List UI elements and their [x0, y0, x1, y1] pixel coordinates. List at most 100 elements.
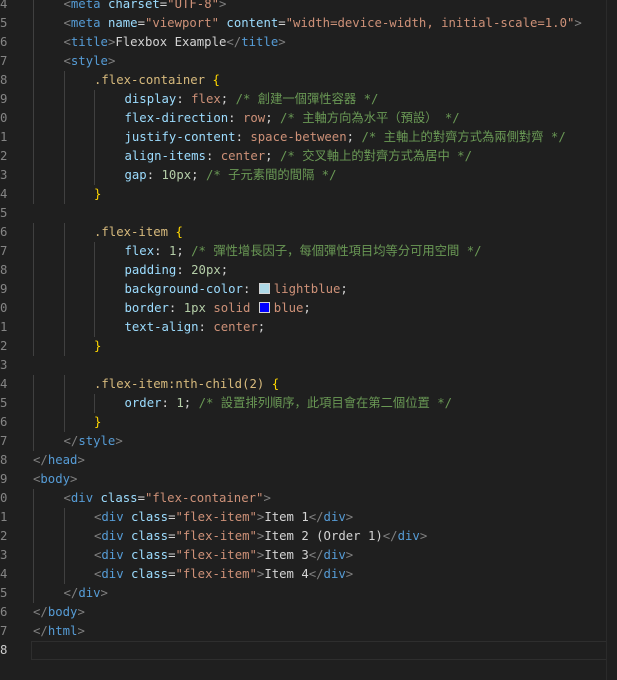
line-number: 8	[0, 263, 8, 277]
code-token: flex-direction	[124, 111, 229, 125]
code-token: background-color	[124, 282, 243, 296]
code-token: >	[263, 491, 271, 505]
code-token: display	[124, 92, 177, 106]
code-line[interactable]: 2 <div class="flex-item">Item 2 (Order 1)…	[0, 527, 617, 546]
code-line[interactable]: 2 align-items: center; /* 交叉軸上的對齊方式為居中 */	[0, 147, 617, 166]
code-token: div	[323, 548, 346, 562]
code-line[interactable]: 5 </div>	[0, 584, 617, 603]
code-text: gap: 10px; /* 子元素間的間隔 */	[125, 166, 337, 185]
code-token: charset	[107, 0, 160, 11]
line-number: 3	[0, 168, 8, 182]
code-token: "flex-item"	[175, 567, 257, 581]
code-token: Item 3	[264, 548, 309, 562]
code-line[interactable]: 7 flex: 1; /* 彈性增長因子，每個彈性項目均等分可用空間 */	[0, 242, 617, 261]
line-number: 4	[0, 377, 8, 391]
code-text: padding: 20px;	[125, 261, 229, 280]
code-line[interactable]: 1 <div class="flex-item">Item 1</div>	[0, 508, 617, 527]
code-token: </	[308, 567, 324, 581]
code-token: ;	[183, 396, 199, 410]
code-token: :	[146, 168, 162, 182]
code-token: "UTF-8"	[167, 0, 219, 11]
code-token: meta	[70, 0, 101, 11]
code-text: </div>	[64, 584, 108, 603]
code-token: ;	[265, 111, 280, 125]
code-token: 1px	[183, 301, 206, 315]
line-number: 1	[0, 510, 8, 524]
code-token: "flex-item"	[175, 529, 257, 543]
code-line[interactable]: 1 text-align: center;	[0, 318, 617, 337]
code-token: 1	[176, 396, 184, 410]
code-text: .flex-item {	[94, 223, 183, 242]
code-line[interactable]: 7 </style>	[0, 432, 617, 451]
code-line[interactable]: 4 <div class="flex-item">Item 4</div>	[0, 565, 617, 584]
code-line[interactable]: 5 order: 1; /* 設置排列順序，此項目會在第二個位置 */	[0, 394, 617, 413]
line-number: 8	[0, 73, 8, 87]
code-line[interactable]: 8 padding: 20px;	[0, 261, 617, 280]
code-token: :	[176, 92, 192, 106]
line-number: 9	[0, 92, 8, 106]
code-token: >	[345, 567, 354, 581]
code-token: div	[397, 529, 420, 543]
code-token: :	[205, 149, 221, 163]
code-line[interactable]: 3 gap: 10px; /* 子元素間的間隔 */	[0, 166, 617, 185]
code-line[interactable]: 0 flex-direction: row; /* 主軸方向為水平（預設） */	[0, 109, 617, 128]
code-line[interactable]: 6 <title>Flexbox Example</title>	[0, 33, 617, 52]
code-token: ;	[265, 149, 280, 163]
code-line[interactable]: 4 .flex-item:nth-child(2) {	[0, 375, 617, 394]
code-line[interactable]: 1 justify-content: space-between; /* 主軸上的…	[0, 128, 617, 147]
color-swatch-icon[interactable]	[258, 302, 270, 313]
code-token: ;	[220, 92, 236, 106]
code-line[interactable]: 9 background-color: lightblue;	[0, 280, 617, 299]
code-line[interactable]: 0 border: 1px solid blue;	[0, 299, 617, 318]
code-editor[interactable]: 4 <meta charset="UTF-8"> 5 <meta name="view…	[0, 0, 617, 680]
code-token: flex	[124, 244, 155, 258]
code-line[interactable]: 9 <body>	[0, 470, 617, 489]
code-line[interactable]: 2}	[0, 337, 617, 356]
code-token: /* 主軸方向為水平（預設） */	[280, 111, 460, 125]
code-text: <div class="flex-item">Item 2 (Order 1)<…	[94, 527, 427, 546]
line-number: 2	[0, 339, 8, 353]
code-line[interactable]: 8 .flex-container {	[0, 71, 617, 90]
code-text: .flex-container {	[94, 71, 220, 90]
code-token: /* 主軸上的對齊方式為兩側對齊 */	[361, 130, 566, 144]
code-line[interactable]: 4}	[0, 185, 617, 204]
code-line[interactable]: 8	[0, 641, 617, 660]
code-line[interactable]: 3	[0, 356, 617, 375]
code-token: "viewport"	[144, 16, 220, 30]
code-token: div	[323, 567, 346, 581]
color-swatch-icon[interactable]	[258, 283, 270, 294]
code-token: >	[419, 529, 428, 543]
code-line[interactable]: 7 <style>	[0, 52, 617, 71]
code-line[interactable]: 6 .flex-item {	[0, 223, 617, 242]
code-token: >	[70, 472, 78, 486]
code-line[interactable]: 4 <meta charset="UTF-8">	[0, 0, 617, 14]
code-token: Item 4	[264, 567, 309, 581]
code-text: <div class="flex-container">	[64, 489, 271, 508]
code-token: </	[308, 548, 324, 562]
code-token: >	[345, 510, 354, 524]
code-token: name	[107, 16, 138, 30]
code-line[interactable]: 3 <div class="flex-item">Item 3</div>	[0, 546, 617, 565]
code-line[interactable]: 6 </body>	[0, 603, 617, 622]
code-line[interactable]: 5 <meta name="viewport" content="width=de…	[0, 14, 617, 33]
code-line[interactable]: 0 <div class="flex-container">	[0, 489, 617, 508]
code-token: Item 1	[264, 510, 309, 524]
code-token: .flex-item	[94, 225, 169, 239]
code-line[interactable]: 9 display: flex; /* 創建一個彈性容器 */	[0, 90, 617, 109]
code-token: div	[101, 529, 124, 543]
code-line[interactable]: 8 </head>	[0, 451, 617, 470]
code-token: <	[63, 35, 71, 49]
code-token: gap	[124, 168, 147, 182]
code-token: "width=device-width, initial-scale=1.0"	[285, 16, 575, 30]
code-token: text-align	[124, 320, 199, 334]
code-text: flex: 1; /* 彈性增長因子，每個彈性項目均等分可用空間 */	[125, 242, 482, 261]
vertical-scrollbar[interactable]	[606, 0, 617, 680]
line-number: 9	[0, 282, 8, 296]
code-line[interactable]: 7 </html>	[0, 622, 617, 641]
code-text: </body>	[33, 603, 85, 622]
code-line[interactable]: 6}	[0, 413, 617, 432]
code-text: <style>	[64, 52, 116, 71]
code-line[interactable]: 5	[0, 204, 617, 223]
